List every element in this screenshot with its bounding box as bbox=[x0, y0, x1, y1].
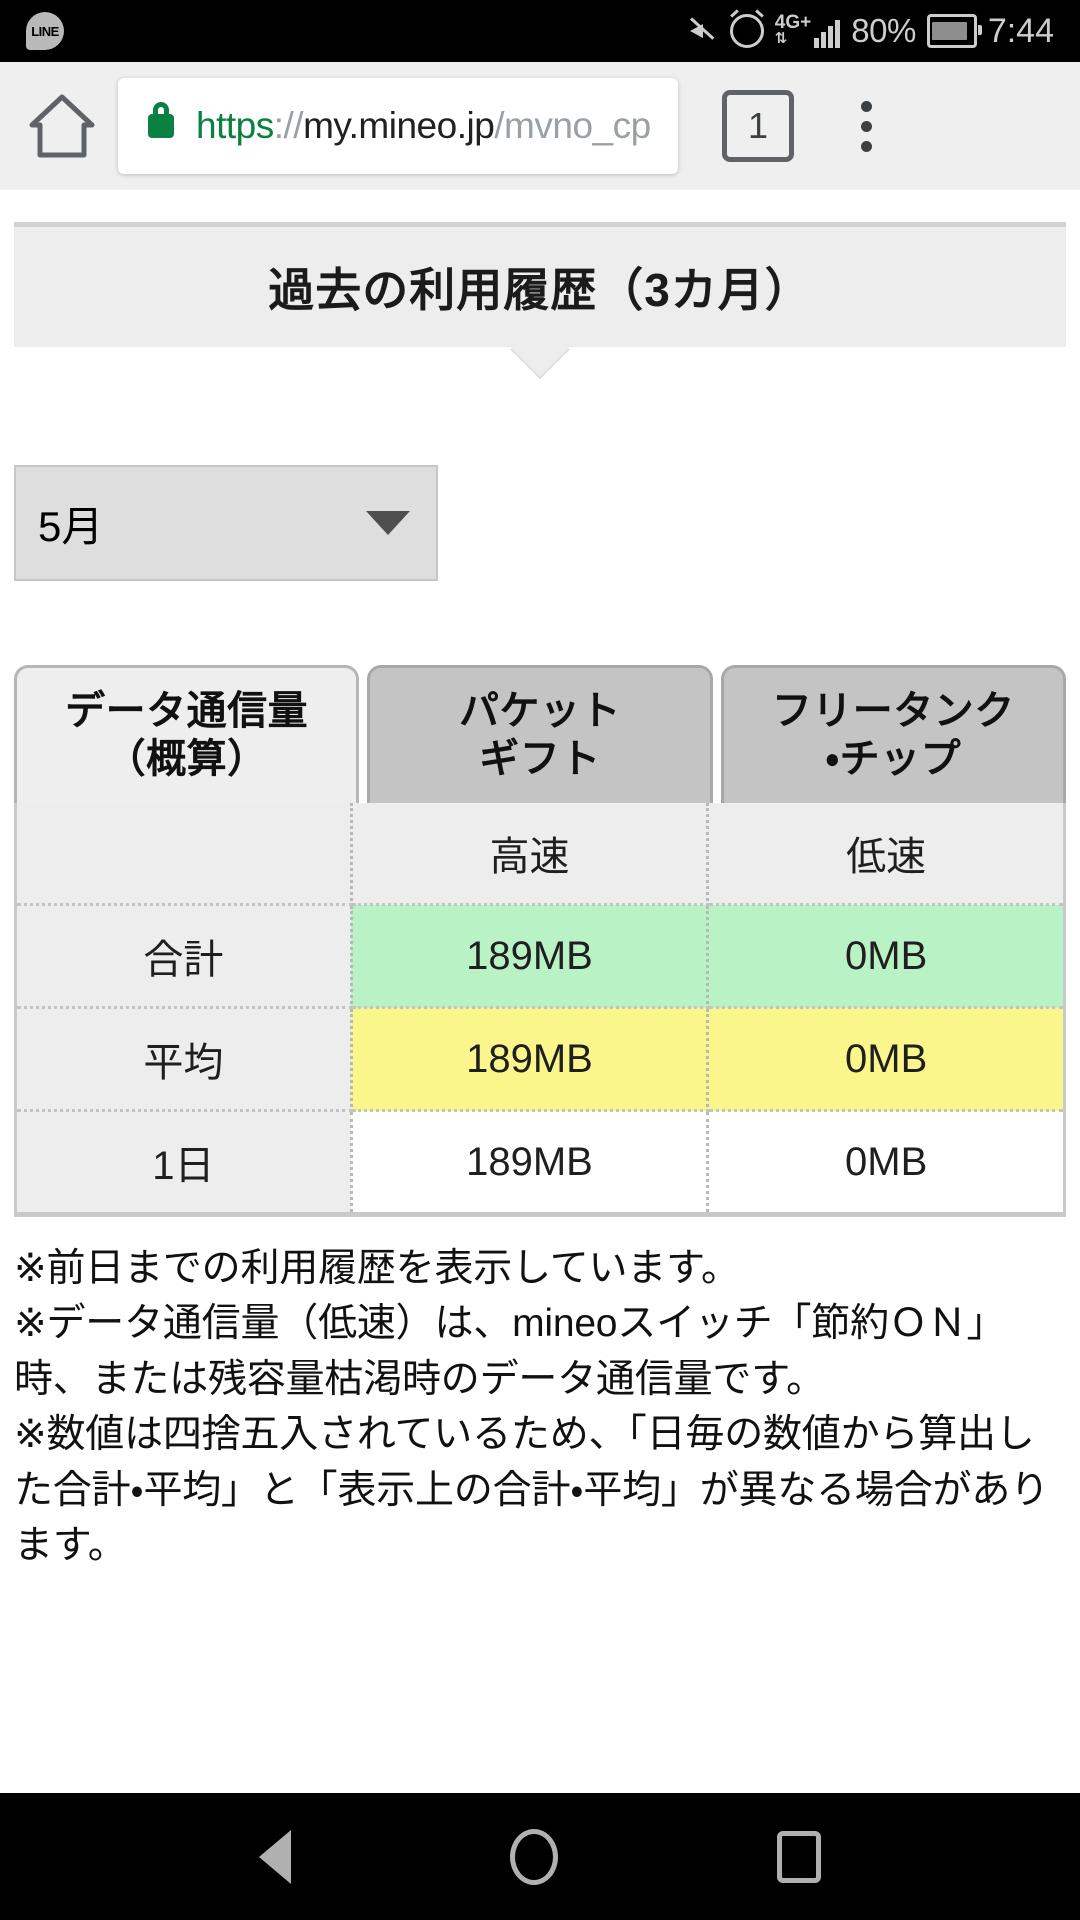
row-label-total: 合計 bbox=[15, 904, 353, 1009]
table-row: 平均 189MB 0MB bbox=[15, 1007, 1065, 1112]
home-button-icon[interactable] bbox=[509, 1828, 558, 1885]
android-navigation-bar bbox=[0, 1793, 1080, 1920]
cell-total-low: 0MB bbox=[707, 904, 1065, 1009]
line-icon-label: LINE bbox=[31, 23, 59, 39]
chevron-down-icon bbox=[366, 511, 410, 535]
cell-one-day-high: 189MB bbox=[351, 1110, 710, 1215]
browser-toolbar: https://my.mineo.jp/mvno_cp 1 bbox=[0, 62, 1080, 192]
tab-count-label: 1 bbox=[747, 105, 769, 146]
row-label-one-day: 1日 bbox=[15, 1110, 353, 1215]
home-button[interactable] bbox=[10, 91, 114, 161]
tab-packet-gift-line1: パケット bbox=[458, 689, 621, 734]
signal-indicator: 4G+ ⇅ bbox=[774, 13, 841, 48]
table-header-row: 高速 低速 bbox=[15, 803, 1065, 906]
status-bar: LINE 4G+ ⇅ 80% 7:44 bbox=[0, 0, 1080, 62]
section-header: 過去の利用履歴（3カ月） bbox=[14, 222, 1066, 377]
footnote-3: ※数値は四捨五入されているため、「日毎の数値から算出した合計・平均」と「表示上の… bbox=[14, 1413, 1049, 1567]
data-activity-icon: ⇅ bbox=[774, 30, 788, 48]
tab-free-tank-chip-line2: ・チップ bbox=[825, 736, 962, 781]
month-select-value: 5月 bbox=[38, 502, 104, 550]
signal-bars-icon bbox=[814, 18, 841, 48]
status-bar-clock: 7:44 bbox=[987, 11, 1054, 50]
table-header-low-speed: 低速 bbox=[707, 803, 1065, 906]
home-icon bbox=[29, 94, 95, 158]
recent-apps-button-icon[interactable] bbox=[776, 1830, 821, 1883]
table-row: 合計 189MB 0MB bbox=[15, 904, 1065, 1009]
cell-one-day-low: 0MB bbox=[707, 1110, 1065, 1215]
cell-total-high: 189MB bbox=[351, 904, 710, 1009]
phone-screen: LINE 4G+ ⇅ 80% 7:44 https://my.mineo.jp/… bbox=[0, 0, 1080, 1920]
battery-percent-label: 80% bbox=[851, 12, 916, 49]
table-header-high-speed: 高速 bbox=[351, 803, 710, 906]
status-bar-indicators: 4G+ ⇅ 80% 7:44 bbox=[689, 12, 1054, 51]
overflow-menu-icon bbox=[860, 100, 872, 112]
cell-average-low: 0MB bbox=[707, 1007, 1065, 1112]
page-title: 過去の利用履歴（3カ月） bbox=[268, 264, 812, 316]
tab-free-tank-chip[interactable]: フリータンク ・チップ bbox=[720, 665, 1066, 803]
footnotes: ※前日までの利用履歴を表示しています。 ※データ通信量（低速）は、mineoスイ… bbox=[14, 1241, 1066, 1573]
usage-tabs: データ通信量 （概算） パケット ギフト フリータンク ・チップ bbox=[14, 663, 1066, 803]
url-text: https://my.mineo.jp/mvno_cp bbox=[196, 105, 651, 147]
tab-packet-gift-line2: ギフト bbox=[479, 736, 601, 781]
web-page-content: 過去の利用履歴（3カ月） 5月 データ通信量 （概算） パケット ギフト フリー… bbox=[0, 190, 1080, 1793]
line-app-notification-icon: LINE bbox=[26, 12, 64, 50]
row-label-average: 平均 bbox=[15, 1007, 353, 1112]
tab-data-usage-line2: （概算） bbox=[105, 736, 268, 781]
cell-average-high: 189MB bbox=[351, 1007, 710, 1112]
address-bar[interactable]: https://my.mineo.jp/mvno_cp bbox=[118, 78, 678, 174]
url-separator: :// bbox=[273, 105, 304, 146]
table-header-blank bbox=[15, 803, 353, 906]
table-row: 1日 189MB 0MB bbox=[15, 1110, 1065, 1215]
status-bar-notifications: LINE bbox=[0, 12, 64, 50]
tab-switcher-button[interactable]: 1 bbox=[722, 90, 794, 162]
back-button-icon[interactable] bbox=[259, 1829, 292, 1884]
month-select[interactable]: 5月 bbox=[14, 465, 438, 581]
tab-data-usage-line1: データ通信量 bbox=[65, 689, 309, 734]
browser-menu-button[interactable] bbox=[836, 100, 896, 152]
lock-icon bbox=[148, 102, 174, 138]
url-scheme: https bbox=[196, 105, 274, 146]
footnote-1: ※前日までの利用履歴を表示しています。 bbox=[14, 1247, 740, 1290]
battery-icon bbox=[926, 14, 982, 48]
header-notch bbox=[510, 347, 570, 377]
mute-icon bbox=[689, 15, 719, 47]
tab-free-tank-chip-line1: フリータンク bbox=[771, 689, 1015, 734]
footnote-2: ※データ通信量（低速）は、mineoスイッチ「節約ＯＮ」時、または残容量枯渇時の… bbox=[14, 1302, 1006, 1401]
alarm-clock-icon bbox=[729, 14, 764, 48]
url-host: my.mineo.jp bbox=[303, 105, 495, 146]
tab-data-usage[interactable]: データ通信量 （概算） bbox=[14, 665, 360, 803]
url-path: /mvno_cp bbox=[494, 105, 651, 146]
tab-packet-gift[interactable]: パケット ギフト bbox=[367, 665, 713, 803]
usage-table: 高速 低速 合計 189MB 0MB 平均 189MB 0MB 1日 189MB bbox=[14, 803, 1066, 1217]
